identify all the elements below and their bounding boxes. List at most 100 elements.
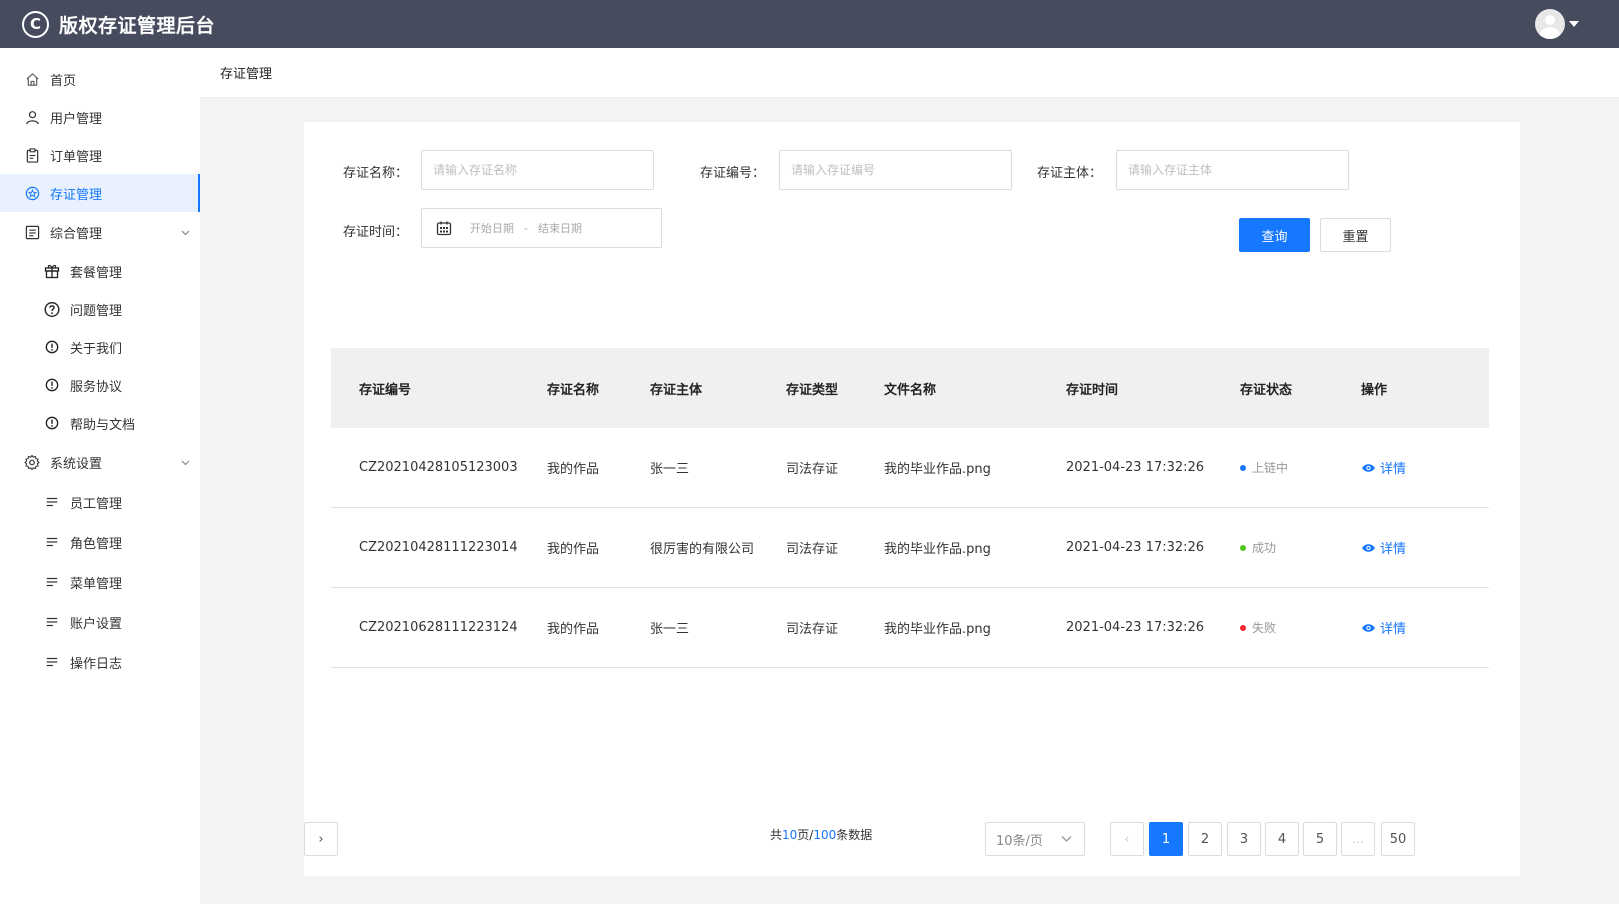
table-row: CZ20210428105123003 我的作品 张一三 司法存证 我的毕业作品.png… [331, 428, 1489, 508]
record-time: 2021-04-23 17:32:26 [1066, 620, 1205, 635]
record-name: 我的作品 [547, 462, 600, 477]
pagination-summary: 共10页/100条数据 [770, 826, 872, 843]
sidebar-item-label: 操作日志 [70, 656, 123, 672]
total-pages: 10 [782, 828, 798, 842]
sidebar-item-label: 帮助与文档 [70, 417, 136, 433]
status-badge: 成功 [1240, 508, 1276, 587]
status-badge: 失败 [1240, 588, 1276, 667]
action-cell: 详情 [1361, 588, 1406, 667]
sidebar-item[interactable]: 服务协议 [0, 366, 200, 404]
calendar-icon [436, 221, 452, 236]
sidebar-item-label: 问题管理 [70, 303, 123, 319]
detail-link[interactable]: 详情 [1361, 458, 1406, 477]
record-id: CZ20210628111223124 [359, 620, 518, 635]
range-separator: - [524, 221, 528, 235]
records-table: 存证编号 存证名称 存证主体 存证类型 文件名称 存证时间 存证状态 操作 CZ… [331, 348, 1489, 668]
sidebar-item-label: 套餐管理 [70, 265, 123, 281]
number-filter-label: 存证编号： [700, 166, 766, 181]
caret-down-icon [1569, 21, 1579, 27]
user-menu[interactable] [1535, 9, 1579, 39]
detail-label: 详情 [1380, 462, 1407, 477]
detail-label: 详情 [1380, 542, 1407, 557]
column-header: 文件名称 [884, 382, 937, 398]
sidebar-item-label: 关于我们 [70, 341, 123, 357]
detail-label: 详情 [1380, 622, 1407, 637]
column-header: 存证类型 [786, 382, 839, 398]
sidebar-item-label: 订单管理 [50, 149, 103, 165]
file-name: 我的毕业作品.png [884, 462, 991, 477]
page-size-select[interactable]: 10条/页 [985, 822, 1085, 856]
sidebar-item[interactable]: 存证管理 [0, 174, 200, 212]
date-range-picker[interactable]: 开始日期 - 结束日期 [421, 208, 662, 248]
app-title: 版权存证管理后台 [59, 14, 216, 37]
page-button[interactable]: 3 [1227, 822, 1261, 856]
summary-suffix: 条数据 [836, 828, 873, 842]
sidebar-item[interactable]: 角色管理 [0, 522, 200, 562]
record-subject: 张一三 [650, 462, 690, 477]
file-name: 我的毕业作品.png [884, 542, 991, 557]
record-type: 司法存证 [786, 542, 839, 557]
sidebar-item-label: 存证管理 [50, 187, 103, 203]
sidebar-item[interactable]: 套餐管理 [0, 252, 200, 290]
record-name: 我的作品 [547, 622, 600, 637]
name-search-input[interactable] [421, 150, 654, 190]
gear-icon [24, 454, 40, 470]
sidebar-item[interactable]: 操作日志 [0, 642, 200, 682]
chevron-down-icon [181, 225, 190, 240]
sidebar-item[interactable]: 员工管理 [0, 482, 200, 522]
sidebar-item-label: 角色管理 [70, 536, 123, 552]
sidebar-item[interactable]: 帮助与文档 [0, 404, 200, 442]
sidebar-item[interactable]: 用户管理 [0, 98, 200, 136]
sidebar-item[interactable]: 问题管理 [0, 290, 200, 328]
chevron-down-icon [1061, 836, 1072, 842]
page-button[interactable]: 1 [1149, 822, 1183, 856]
detail-link[interactable]: 详情 [1361, 538, 1406, 557]
table-header: 存证编号 存证名称 存证主体 存证类型 文件名称 存证时间 存证状态 操作 [331, 348, 1489, 428]
number-search-input[interactable] [779, 150, 1012, 190]
prev-page-button[interactable]: ‹ [1110, 822, 1144, 856]
detail-link[interactable]: 详情 [1361, 618, 1406, 637]
chevron-down-icon [181, 455, 190, 470]
name-filter-label: 存证名称： [343, 166, 409, 181]
sidebar-item[interactable]: 订单管理 [0, 136, 200, 174]
clipboard-icon [24, 147, 40, 163]
info-icon [44, 415, 60, 431]
avatar[interactable] [1535, 9, 1565, 39]
lines-icon [44, 494, 60, 510]
column-header: 存证状态 [1240, 382, 1293, 398]
sidebar-item-label: 账户设置 [70, 616, 123, 632]
next-page-button[interactable]: › [304, 822, 338, 856]
subject-search-input[interactable] [1116, 150, 1349, 190]
sidebar: 首页用户管理订单管理存证管理综合管理套餐管理问题管理关于我们服务协议帮助与文档系… [0, 48, 200, 904]
sidebar-item[interactable]: 账户设置 [0, 602, 200, 642]
record-id: CZ20210428111223014 [359, 540, 518, 555]
sidebar-item[interactable]: 菜单管理 [0, 562, 200, 602]
eye-icon [1362, 623, 1375, 632]
sidebar-item-label: 用户管理 [50, 111, 103, 127]
column-header: 操作 [1361, 382, 1388, 398]
page-button[interactable]: 2 [1188, 822, 1222, 856]
list-icon [24, 224, 40, 240]
page-button[interactable]: 4 [1265, 822, 1299, 856]
page-button[interactable]: 50 [1381, 822, 1415, 856]
column-header: 存证编号 [359, 382, 412, 398]
record-time: 2021-04-23 17:32:26 [1066, 540, 1205, 555]
star-badge-icon [24, 185, 40, 201]
table-body: CZ20210428105123003 我的作品 张一三 司法存证 我的毕业作品.png… [331, 428, 1489, 668]
search-button[interactable]: 查询 [1239, 218, 1310, 252]
breadcrumb-current: 存证管理 [220, 67, 273, 82]
sidebar-item[interactable]: 关于我们 [0, 328, 200, 366]
record-subject: 张一三 [650, 622, 690, 637]
sidebar-item[interactable]: 综合管理 [0, 212, 200, 252]
top-header: C 版权存证管理后台 [0, 0, 1619, 48]
summary-mid: 页/ [797, 828, 814, 842]
subject-filter-label: 存证主体： [1037, 166, 1103, 181]
sidebar-item[interactable]: 系统设置 [0, 442, 200, 482]
sidebar-item[interactable]: 首页 [0, 60, 200, 98]
info-icon [44, 377, 60, 393]
user-icon [24, 109, 40, 125]
status-text: 上链中 [1252, 461, 1289, 475]
page-button[interactable]: 5 [1303, 822, 1337, 856]
record-type: 司法存证 [786, 462, 839, 477]
reset-button[interactable]: 重置 [1320, 218, 1391, 252]
